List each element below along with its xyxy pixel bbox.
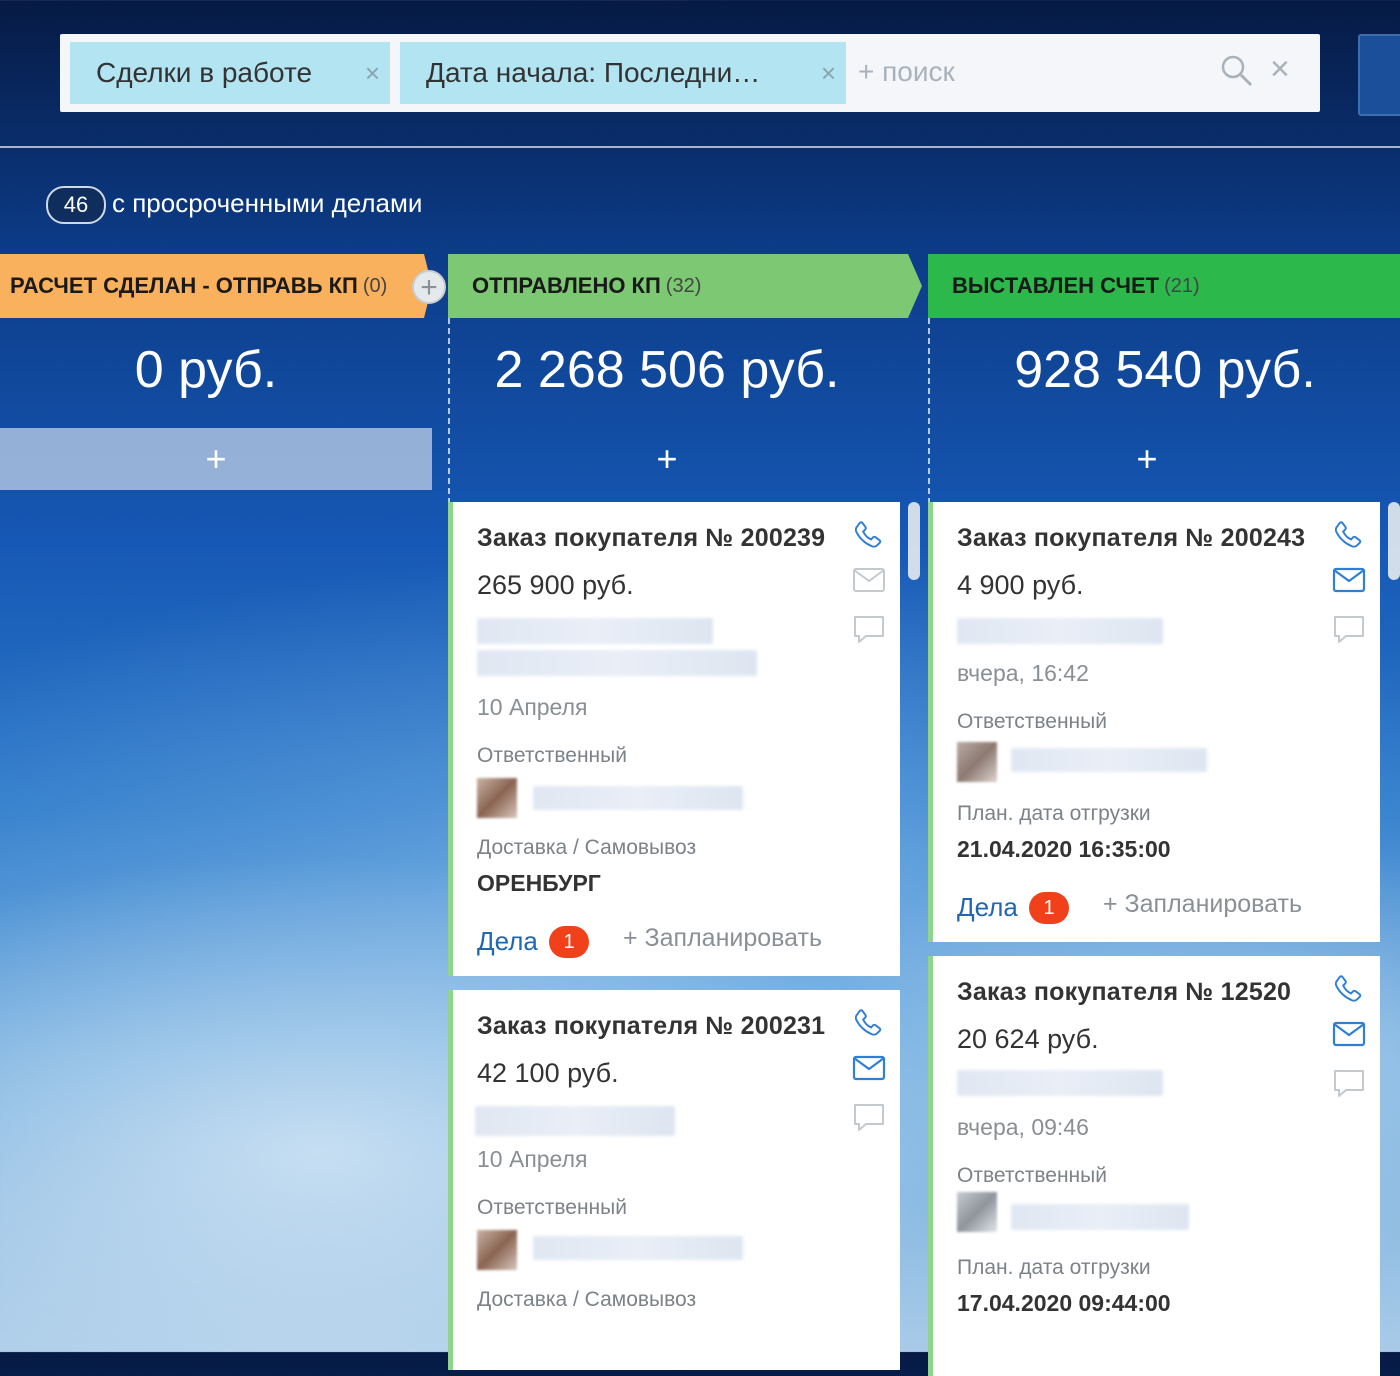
responsible-label: Ответственный <box>477 744 627 767</box>
redacted-client <box>957 618 1163 644</box>
stage-sum: 0 руб. <box>134 341 278 399</box>
field-value: ОРЕНБУРГ <box>477 870 601 896</box>
mail-icon[interactable] <box>852 566 886 599</box>
deals-count-badge[interactable]: 1 <box>549 926 589 958</box>
phone-icon[interactable] <box>1330 518 1366 559</box>
deals-link[interactable]: Дела <box>957 892 1018 923</box>
responsible-label: Ответственный <box>957 710 1107 733</box>
search-input[interactable]: + поиск <box>858 56 955 88</box>
stage-count: (21) <box>1164 274 1200 297</box>
clear-search-icon[interactable]: × <box>1270 50 1290 89</box>
mail-icon[interactable] <box>1332 566 1366 599</box>
stage-count: (32) <box>665 274 702 297</box>
field-label: План. дата отгрузки <box>957 802 1151 825</box>
deal-title[interactable]: Заказ покупателя № 12520 <box>957 978 1291 1007</box>
redacted-client <box>475 1106 675 1136</box>
deal-card[interactable]: Заказ покупателя № 200231 42 100 руб. 10… <box>448 990 900 1370</box>
deal-date: вчера, 16:42 <box>957 660 1089 686</box>
deal-price: 265 900 руб. <box>477 570 634 600</box>
filter-chip-label: Сделки в работе <box>96 57 313 88</box>
comment-icon[interactable] <box>852 1102 886 1139</box>
mail-icon[interactable] <box>1332 1020 1366 1053</box>
add-deal-button[interactable]: + <box>0 428 432 490</box>
stage-header-calc-done[interactable]: РАСЧЕТ СДЕЛАН - ОТПРАВЬ КП (0) <box>0 254 432 318</box>
toolbar-button[interactable] <box>1358 34 1400 116</box>
redacted-responsible <box>533 1236 743 1260</box>
redacted-responsible <box>533 786 743 810</box>
stage-name: ОТПРАВЛЕНО КП <box>472 273 661 298</box>
stage-name: РАСЧЕТ СДЕЛАН - ОТПРАВЬ КП <box>10 273 358 298</box>
search-icon[interactable] <box>1220 54 1254 93</box>
deal-card[interactable]: Заказ покупателя № 200239 265 900 руб. 1… <box>448 502 900 976</box>
add-deal-button[interactable]: + <box>930 428 1364 490</box>
filter-chip-start-date[interactable]: Дата начала: Последни… × <box>400 42 846 104</box>
redacted-client <box>477 618 713 644</box>
column-scrollbar[interactable] <box>1388 502 1400 580</box>
deal-date: 10 Апреля <box>477 694 588 720</box>
avatar[interactable] <box>477 778 517 818</box>
field-value: 21.04.2020 16:35:00 <box>957 836 1171 862</box>
divider <box>0 146 1400 148</box>
deal-date: 10 Апреля <box>477 1146 588 1172</box>
redacted-client <box>957 1070 1163 1096</box>
avatar[interactable] <box>957 1192 997 1232</box>
avatar[interactable] <box>477 1230 517 1270</box>
deal-date: вчера, 09:46 <box>957 1114 1089 1140</box>
field-label: Доставка / Самовывоз <box>477 1288 697 1311</box>
deal-price: 4 900 руб. <box>957 570 1084 600</box>
stage-name: ВЫСТАВЛЕН СЧЕТ <box>952 273 1160 298</box>
remove-chip-icon[interactable]: × <box>821 58 836 89</box>
schedule-link[interactable]: + Запланировать <box>623 924 822 953</box>
filter-chip-label: Дата начала: Последни… <box>426 57 761 88</box>
comment-icon[interactable] <box>1332 614 1366 651</box>
avatar[interactable] <box>957 742 997 782</box>
comment-icon[interactable] <box>852 614 886 651</box>
stage-count: (0) <box>362 274 388 297</box>
redacted-responsible <box>1011 1204 1189 1230</box>
redacted-contact <box>477 650 757 676</box>
deal-card[interactable]: Заказ покупателя № 12520 20 624 руб. вче… <box>928 956 1380 1376</box>
stage-header-invoice-issued[interactable]: ВЫСТАВЛЕН СЧЕТ (21) <box>928 254 1400 318</box>
phone-icon[interactable] <box>850 518 886 559</box>
filter-chip-deals-in-work[interactable]: Сделки в работе × <box>70 42 390 104</box>
schedule-link[interactable]: + Запланировать <box>1103 890 1302 919</box>
overdue-filter-link[interactable]: с просроченными делами <box>112 188 422 219</box>
deal-title[interactable]: Заказ покупателя № 200243 <box>957 524 1305 553</box>
column-scrollbar[interactable] <box>908 502 920 580</box>
stage-sum: 928 540 руб. <box>1014 341 1316 399</box>
overdue-count-badge[interactable]: 46 <box>46 186 106 224</box>
stage-sum: 2 268 506 руб. <box>494 341 840 399</box>
field-value: 17.04.2020 09:44:00 <box>957 1290 1171 1316</box>
comment-icon[interactable] <box>1332 1068 1366 1105</box>
responsible-label: Ответственный <box>477 1196 627 1219</box>
stage-header-kp-sent[interactable]: ОТПРАВЛЕНО КП (32) <box>448 254 922 318</box>
phone-icon[interactable] <box>1330 972 1366 1013</box>
phone-icon[interactable] <box>850 1006 886 1047</box>
deal-card[interactable]: Заказ покупателя № 200243 4 900 руб. вче… <box>928 502 1380 942</box>
deals-link[interactable]: Дела <box>477 926 538 957</box>
deal-price: 42 100 руб. <box>477 1058 619 1088</box>
add-stage-button[interactable]: + <box>412 270 446 304</box>
redacted-responsible <box>1011 748 1207 772</box>
field-label: Доставка / Самовывоз <box>477 836 697 859</box>
deal-title[interactable]: Заказ покупателя № 200239 <box>477 524 825 553</box>
deal-price: 20 624 руб. <box>957 1024 1099 1054</box>
deal-title[interactable]: Заказ покупателя № 200231 <box>477 1012 825 1041</box>
field-label: План. дата отгрузки <box>957 1256 1151 1279</box>
deals-count-badge[interactable]: 1 <box>1029 892 1069 924</box>
add-deal-button[interactable]: + <box>450 428 884 490</box>
mail-icon[interactable] <box>852 1054 886 1087</box>
responsible-label: Ответственный <box>957 1164 1107 1187</box>
remove-chip-icon[interactable]: × <box>365 58 380 89</box>
filter-bar[interactable]: Сделки в работе × Дата начала: Последни…… <box>60 34 1320 112</box>
